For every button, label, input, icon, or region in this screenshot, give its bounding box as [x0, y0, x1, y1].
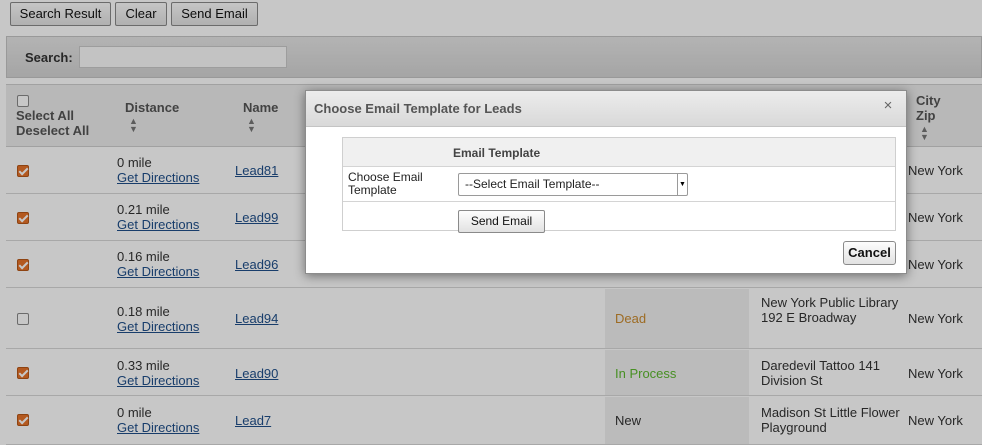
email-template-select[interactable]: --Select Email Template-- ▼	[458, 173, 688, 196]
dialog-send-email-button[interactable]: Send Email	[458, 210, 545, 233]
select-value: --Select Email Template--	[465, 177, 600, 191]
choose-template-label: Choose Email Template	[348, 170, 423, 197]
close-icon[interactable]: ×	[880, 97, 896, 115]
template-select-row: Choose Email Template --Select Email Tem…	[343, 167, 895, 202]
dropdown-arrow-icon[interactable]: ▼	[677, 174, 687, 195]
dialog-title: Choose Email Template for Leads	[314, 101, 522, 116]
cancel-button[interactable]: Cancel	[843, 241, 896, 265]
email-template-table: Email Template Choose Email Template --S…	[342, 137, 896, 233]
section-header-label: Email Template	[453, 146, 541, 160]
email-template-section-header: Email Template	[343, 138, 895, 167]
dialog-header: Choose Email Template for Leads ×	[306, 91, 906, 127]
email-template-dialog: Choose Email Template for Leads × Email …	[305, 90, 907, 274]
